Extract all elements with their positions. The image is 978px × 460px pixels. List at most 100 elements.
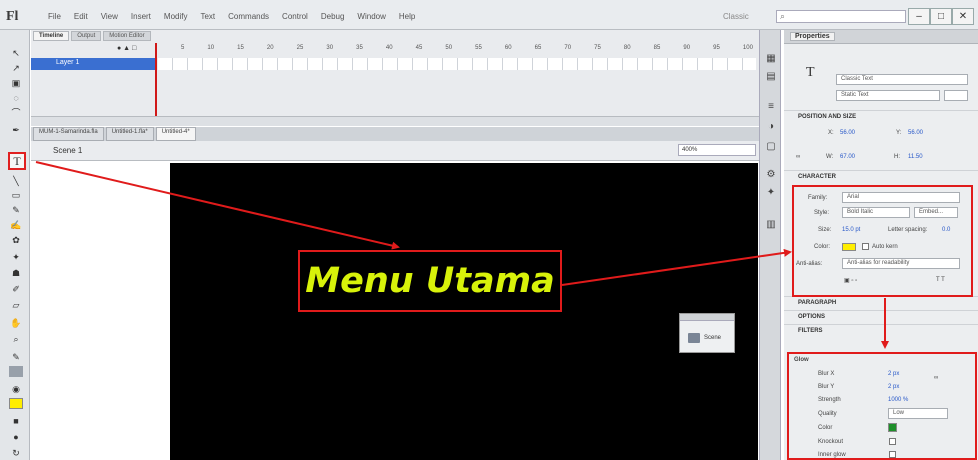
menu-control[interactable]: Control — [282, 12, 308, 21]
menu-commands[interactable]: Commands — [228, 12, 269, 21]
stroke-color-icon[interactable]: ✎ — [9, 352, 23, 363]
eyedropper-icon[interactable]: ✐ — [9, 284, 23, 295]
doc-tab[interactable]: Untitled-1.fla* — [105, 127, 154, 141]
color-icon[interactable]: ◑ — [764, 120, 778, 134]
lock-icon[interactable]: ∞ — [796, 154, 800, 160]
deco-tool-icon[interactable]: ✿ — [9, 235, 23, 246]
swatches-icon[interactable]: ▦ — [764, 52, 778, 66]
tab-properties[interactable]: Properties — [790, 32, 835, 41]
info-icon[interactable]: ▢ — [764, 140, 778, 154]
section-position-size[interactable]: POSITION AND SIZE — [784, 110, 978, 122]
section-filters[interactable]: FILTERS — [784, 324, 978, 336]
close-button[interactable]: ✕ — [952, 8, 974, 25]
subselection-tool-icon[interactable]: ↗ — [9, 63, 23, 74]
section-character[interactable]: CHARACTER — [784, 170, 978, 182]
maximize-button[interactable]: □ — [930, 8, 952, 25]
frame-ruler: 5 10 15 20 25 30 35 40 45 50 55 60 65 70… — [181, 45, 753, 57]
frame-number: 20 — [266, 45, 274, 51]
panel-icon-strip: ▦ ▤ ≡ ◑ ▢ ⚙ ✦ ▥ — [759, 30, 781, 460]
line-tool-icon[interactable]: ╲ — [9, 176, 23, 187]
zoom-select[interactable]: 400% — [678, 144, 756, 156]
menu-modify[interactable]: Modify — [164, 12, 188, 21]
workspace-switcher[interactable]: Classic — [723, 12, 749, 21]
rectangle-tool-icon[interactable]: ▭ — [9, 190, 23, 201]
h-value[interactable]: 11.50 — [908, 154, 923, 160]
lasso-tool-icon[interactable]: ⌒ — [9, 108, 23, 119]
free-transform-tool-icon[interactable]: ▣ — [9, 78, 23, 89]
layer-row[interactable]: Layer 1 — [31, 58, 155, 70]
tab-motion-editor[interactable]: Motion Editor — [103, 31, 151, 41]
frame-number: 90 — [683, 45, 691, 51]
window-controls: – □ ✕ — [908, 8, 974, 25]
paint-bucket-icon[interactable]: ☗ — [9, 268, 23, 279]
menu-bar: Fl File Edit View Insert Modify Text Com… — [0, 0, 978, 30]
filters-highlight-box — [787, 352, 977, 460]
menu-view[interactable]: View — [101, 12, 118, 21]
y-label: Y: — [896, 130, 902, 136]
fill-bucket-icon[interactable]: ◉ — [9, 384, 23, 395]
frame-number: 5 — [181, 45, 185, 51]
section-options[interactable]: OPTIONS — [784, 310, 978, 322]
doc-tab[interactable]: MUM-1-Samarinda.fla — [33, 127, 104, 141]
stage-text[interactable]: Menu Utama — [300, 252, 560, 310]
frame-number: 95 — [713, 45, 720, 51]
minimize-button[interactable]: – — [908, 8, 930, 25]
tab-timeline[interactable]: Timeline — [33, 31, 70, 41]
fill-swatch[interactable] — [9, 398, 23, 409]
brush-tool-icon[interactable]: ✍ — [9, 220, 23, 231]
text-orientation-select[interactable] — [944, 90, 968, 101]
y-value[interactable]: 56.00 — [908, 130, 923, 136]
help-search-input[interactable]: ⌕ — [776, 10, 906, 23]
frame-number: 10 — [207, 45, 215, 51]
eraser-icon[interactable]: ▱ — [9, 300, 23, 311]
3d-rotation-tool-icon[interactable]: ◌ — [9, 93, 23, 104]
text-engine-select[interactable]: Classic Text — [836, 74, 968, 85]
text-type-select[interactable]: Static Text — [836, 90, 940, 101]
selection-tool-icon[interactable]: ↖ — [9, 48, 23, 59]
layer-visibility-icons[interactable]: ● ▲ □ — [117, 45, 136, 52]
x-value[interactable]: 56.00 — [840, 130, 855, 136]
section-paragraph[interactable]: PARAGRAPH — [784, 296, 978, 308]
frame-cells[interactable] — [158, 58, 756, 70]
w-value[interactable]: 67.00 — [840, 154, 855, 160]
document-tabs: MUM-1-Samarinda.fla Untitled-1.fla* Unti… — [31, 127, 759, 141]
frame-number: 30 — [326, 45, 334, 51]
stroke-swatch[interactable] — [9, 366, 23, 377]
scene-panel-label: Scene — [704, 335, 722, 341]
pen-tool-icon[interactable]: ✒ — [9, 125, 23, 136]
hand-tool-icon[interactable]: ✋ — [9, 318, 23, 329]
bone-tool-icon[interactable]: ✦ — [9, 252, 23, 263]
w-label: W: — [826, 154, 834, 160]
character-highlight-box — [792, 185, 973, 297]
doc-tab-active[interactable]: Untitled-4* — [155, 127, 196, 141]
code-snippets-icon[interactable]: ▥ — [764, 218, 778, 232]
frame-number: 85 — [653, 45, 661, 51]
scene-label[interactable]: Scene 1 — [53, 146, 82, 155]
scene-panel-header[interactable] — [680, 314, 734, 321]
smooth-icon[interactable]: ↻ — [9, 448, 23, 459]
snap-icon[interactable]: ● — [9, 432, 23, 443]
frame-number: 65 — [534, 45, 542, 51]
menu-insert[interactable]: Insert — [131, 12, 151, 21]
text-tool-icon[interactable]: T — [8, 152, 26, 170]
menu-text[interactable]: Text — [200, 12, 215, 21]
tab-output[interactable]: Output — [71, 31, 102, 41]
menu-edit[interactable]: Edit — [74, 12, 88, 21]
main-menu: File Edit View Insert Modify Text Comman… — [48, 12, 415, 21]
timeline-controls[interactable] — [31, 116, 759, 126]
components-icon[interactable]: ⚙ — [764, 168, 778, 182]
menu-file[interactable]: File — [48, 12, 61, 21]
properties-header: Properties — [784, 30, 978, 44]
swap-colors-icon[interactable]: ■ — [9, 416, 23, 427]
menu-help[interactable]: Help — [399, 12, 415, 21]
frame-number: 45 — [415, 45, 423, 51]
zoom-tool-icon[interactable]: ⌕ — [9, 334, 23, 345]
motion-presets-icon[interactable]: ✦ — [764, 186, 778, 200]
align-icon[interactable]: ≡ — [764, 100, 778, 114]
menu-debug[interactable]: Debug — [321, 12, 345, 21]
menu-window[interactable]: Window — [357, 12, 385, 21]
library-icon[interactable]: ▤ — [764, 70, 778, 84]
scene-panel[interactable]: Scene — [679, 313, 735, 353]
playhead[interactable] — [155, 43, 157, 123]
pencil-tool-icon[interactable]: ✎ — [9, 205, 23, 216]
